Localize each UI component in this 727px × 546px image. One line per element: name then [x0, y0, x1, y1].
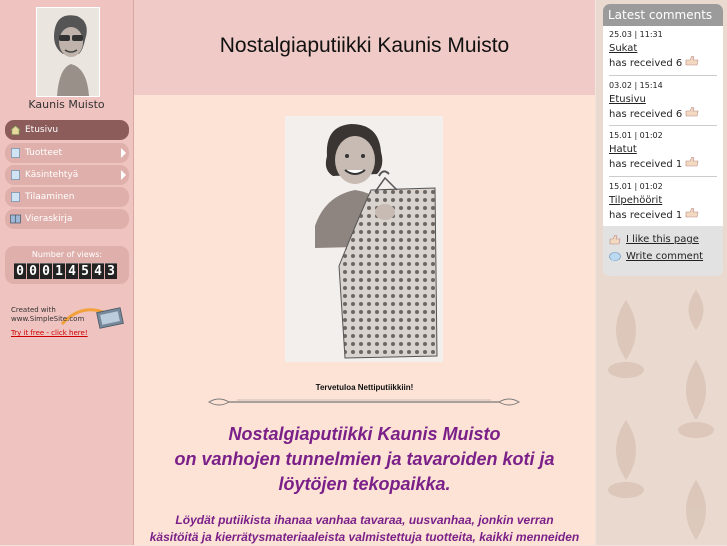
view-counter-label: Number of views: [31, 250, 103, 259]
nav-item-label: Tuotteet [25, 148, 63, 158]
speech-bubble-icon [609, 252, 621, 262]
comment-page-link[interactable]: Tilpehöörit [609, 194, 717, 208]
comment-received-text: has received 1 [609, 159, 683, 170]
page-icon [11, 148, 20, 158]
page-icon [11, 192, 20, 202]
headline-line-3: löytöjen tekopaikka. [278, 474, 451, 494]
thumbs-up-icon [609, 235, 621, 245]
nav-item-label: Etusivu [25, 125, 59, 135]
page-title: Nostalgiaputiikki Kaunis Muisto [219, 34, 510, 57]
comment-date: 15.01 | 01:02 [609, 131, 663, 140]
nav-item-tuotteet[interactable]: Tuotteet [5, 143, 129, 163]
intro-paragraph: Löydät putiikista ihanaa vanhaa tavaraa,… [134, 512, 595, 546]
nav-item-vieraskirja[interactable]: Vieraskirja [5, 209, 129, 229]
nav-item-tilaaminen[interactable]: Tilaaminen [5, 187, 129, 207]
counter-digit: 1 [53, 263, 65, 279]
submenu-arrow-icon [121, 170, 126, 180]
counter-digit: 0 [27, 263, 39, 279]
nav-item-kasintehtya[interactable]: Käsintehtyä [5, 165, 129, 185]
home-icon [10, 125, 21, 135]
comment-date: 03.02 | 15:14 [609, 81, 663, 90]
comment-page-link[interactable]: Sukat [609, 42, 717, 56]
comment-item: 15.01 | 01:02 Tilpehöörit has received 1 [609, 182, 717, 222]
comment-date: 25.03 | 11:31 [609, 30, 663, 39]
nav-item-etusivu[interactable]: Etusivu [5, 120, 129, 140]
write-comment-label: Write comment [626, 251, 704, 262]
headline-line-2: on vanhojen tunnelmien ja tavaroiden kot… [174, 449, 555, 469]
latest-comments-panel: Latest comments 25.03 | 11:31 Sukat has … [603, 4, 723, 276]
submenu-arrow-icon [121, 148, 126, 158]
created-with-text: Created with www.SimpleSite.com [11, 306, 84, 324]
page-icon [11, 170, 20, 180]
comment-actions: I like this page Write comment [603, 226, 723, 276]
comment-received: has received 1 [609, 207, 717, 222]
comment-page-link[interactable]: Etusivu [609, 93, 717, 107]
comment-received-text: has received 1 [609, 210, 683, 221]
counter-digit: 0 [40, 263, 52, 279]
comment-received: has received 1 [609, 156, 717, 171]
thumbs-up-icon [686, 106, 699, 117]
counter-digit: 5 [79, 263, 91, 279]
ornament-divider-icon [208, 398, 520, 406]
comment-received-text: has received 6 [609, 109, 683, 120]
headline: Nostalgiaputiikki Kaunis Muisto on vanho… [134, 422, 595, 497]
comment-item: 15.01 | 01:02 Hatut has received 1 [609, 131, 717, 171]
comment-page-link[interactable]: Hatut [609, 143, 717, 157]
like-page-link[interactable]: I like this page [609, 234, 699, 245]
left-sidebar: Kaunis Muisto Etusivu Tuotteet Käsinteht… [0, 0, 134, 545]
comment-received: has received 6 [609, 55, 717, 70]
right-sidebar: Latest comments 25.03 | 11:31 Sukat has … [596, 0, 727, 545]
write-comment-link[interactable]: Write comment [609, 251, 703, 262]
nav-item-label: Vieraskirja [25, 214, 73, 224]
logo-photo [36, 7, 100, 97]
site-name: Kaunis Muisto [28, 98, 105, 111]
intro-line-1: Löydät putiikista ihanaa vanhaa tavaraa,… [175, 513, 554, 527]
comment-item: 03.02 | 15:14 Etusivu has received 6 [609, 81, 717, 121]
headline-line-1: Nostalgiaputiikki Kaunis Muisto [228, 424, 501, 444]
thumbs-up-icon [686, 207, 699, 218]
nav-item-label: Tilaaminen [25, 192, 75, 202]
comment-separator [609, 125, 717, 126]
comment-separator [609, 75, 717, 76]
comment-item: 25.03 | 11:31 Sukat has received 6 [609, 30, 717, 70]
main-photo [285, 116, 443, 362]
counter-digit: 3 [105, 263, 117, 279]
try-it-free-link[interactable]: Try it free - click here! [11, 329, 88, 337]
created-line-1: Created with [11, 306, 56, 314]
intro-line-2: käsitöitä ja kierrätysmateriaaleista val… [149, 530, 580, 544]
thumbs-up-icon [686, 156, 699, 167]
view-counter-digits: 0 0 0 1 4 5 4 3 [14, 263, 117, 279]
header: Nostalgiaputiikki Kaunis Muisto [134, 0, 595, 95]
counter-digit: 4 [92, 263, 104, 279]
welcome-text: Tervetuloa Nettiputiikkiin! [315, 383, 414, 392]
comment-date: 15.01 | 01:02 [609, 182, 663, 191]
guestbook-icon [10, 214, 21, 224]
like-page-label: I like this page [626, 234, 699, 245]
comment-separator [609, 176, 717, 177]
latest-comments-title: Latest comments [603, 4, 723, 26]
comment-received-text: has received 6 [609, 58, 683, 69]
counter-digit: 0 [14, 263, 26, 279]
main-content: Tervetuloa Nettiputiikkiin! Nostalgiaput… [134, 95, 595, 545]
thumbs-up-icon [686, 55, 699, 66]
view-counter: Number of views: 0 0 0 1 4 5 4 3 [5, 246, 129, 284]
counter-digit: 4 [66, 263, 78, 279]
created-line-2: www.SimpleSite.com [11, 315, 85, 323]
nav-item-label: Käsintehtyä [25, 170, 79, 180]
comment-received: has received 6 [609, 106, 717, 121]
